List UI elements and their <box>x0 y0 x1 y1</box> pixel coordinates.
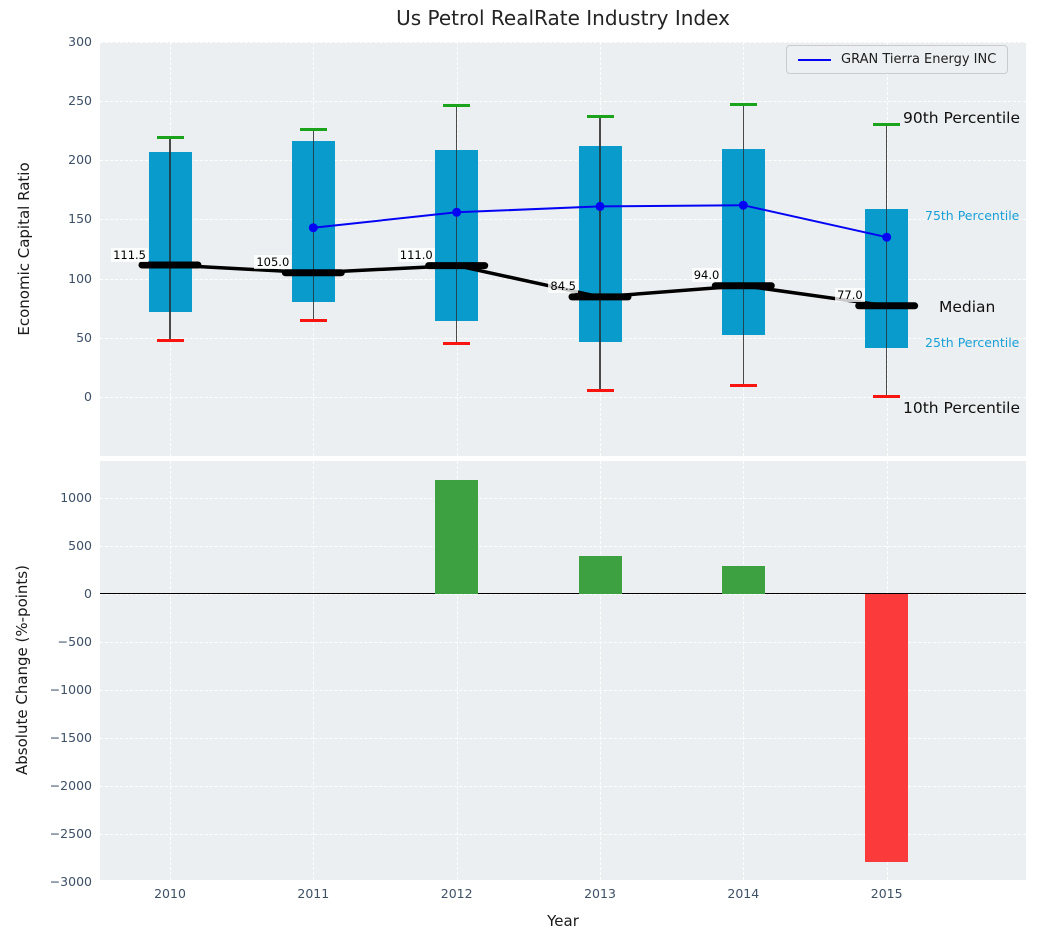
y-tick-label-bottom: 1000 <box>34 490 92 506</box>
y-tick-label-bottom: 500 <box>34 538 92 554</box>
bar-positive <box>579 556 622 594</box>
x-tick-label: 2012 <box>422 886 492 901</box>
y-tick-label-top: 200 <box>34 152 92 168</box>
legend-label: GRAN Tierra Energy INC <box>841 52 996 67</box>
gridline-x <box>743 461 744 880</box>
y-tick-label-bottom: −1500 <box>34 730 92 746</box>
median-value-text: 111.5 <box>111 248 148 262</box>
figure: Us Petrol RealRate Industry Index 111.51… <box>0 0 1039 942</box>
annotation-75th-percentile: 75th Percentile <box>925 208 1019 223</box>
median-value-text: 84.5 <box>548 279 578 293</box>
top-chart-lines <box>100 42 1026 456</box>
y-tick-label-bottom: −2500 <box>34 826 92 842</box>
gridline-x <box>170 461 171 880</box>
company-marker <box>882 233 891 242</box>
annotation-25th-percentile: 25th Percentile <box>925 335 1019 350</box>
median-value-text: 105.0 <box>254 255 291 269</box>
bar-positive <box>435 480 478 593</box>
top-y-axis-label: Economic Capital Ratio <box>15 162 33 335</box>
median-value-label: 77.0 <box>793 288 865 303</box>
legend-line-sample <box>798 59 831 61</box>
chart-title: Us Petrol RealRate Industry Index <box>100 6 1026 30</box>
median-value-text: 94.0 <box>692 268 722 282</box>
top-plot-area: 111.5 105.0 111.0 84.5 94.0 77.0 <box>100 42 1026 456</box>
x-axis-label: Year <box>100 912 1026 930</box>
bar-positive <box>722 566 765 594</box>
y-tick-label-bottom: −1000 <box>34 682 92 698</box>
median-value-label: 111.5 <box>100 248 148 263</box>
y-tick-label-bottom: 0 <box>34 586 92 602</box>
y-tick-label-bottom: −500 <box>34 634 92 650</box>
y-tick-label-top: 50 <box>34 330 92 346</box>
company-marker <box>452 208 461 217</box>
median-value-label: 105.0 <box>219 255 291 270</box>
bar-negative <box>865 594 908 861</box>
legend: GRAN Tierra Energy INC <box>786 45 1008 74</box>
x-tick-label: 2015 <box>852 886 922 901</box>
company-marker <box>309 223 318 232</box>
annotation-90th-percentile: 90th Percentile <box>903 109 1020 127</box>
y-tick-label-top: 100 <box>34 271 92 287</box>
median-value-label: 94.0 <box>649 268 721 283</box>
y-tick-label-top: 250 <box>34 93 92 109</box>
company-marker <box>739 201 748 210</box>
x-tick-label: 2013 <box>565 886 635 901</box>
bottom-y-axis-label: Absolute Change (%-points) <box>13 565 31 775</box>
annotation-median: Median <box>939 298 995 316</box>
median-value-text: 77.0 <box>835 288 865 302</box>
y-tick-label-bottom: −2000 <box>34 778 92 794</box>
x-tick-label: 2010 <box>135 886 205 901</box>
median-value-label: 84.5 <box>506 279 578 294</box>
y-tick-label-top: 300 <box>34 34 92 50</box>
company-marker <box>596 202 605 211</box>
x-tick-label: 2014 <box>708 886 778 901</box>
median-value-label: 111.0 <box>363 248 435 263</box>
annotation-10th-percentile: 10th Percentile <box>903 399 1020 417</box>
y-tick-label-top: 150 <box>34 211 92 227</box>
bottom-plot-area <box>100 461 1026 880</box>
y-tick-label-top: 0 <box>34 389 92 405</box>
x-tick-label: 2011 <box>278 886 348 901</box>
y-tick-label-bottom: −3000 <box>34 874 92 890</box>
gridline-x <box>313 461 314 880</box>
gridline-x <box>600 461 601 880</box>
median-value-text: 111.0 <box>398 248 435 262</box>
